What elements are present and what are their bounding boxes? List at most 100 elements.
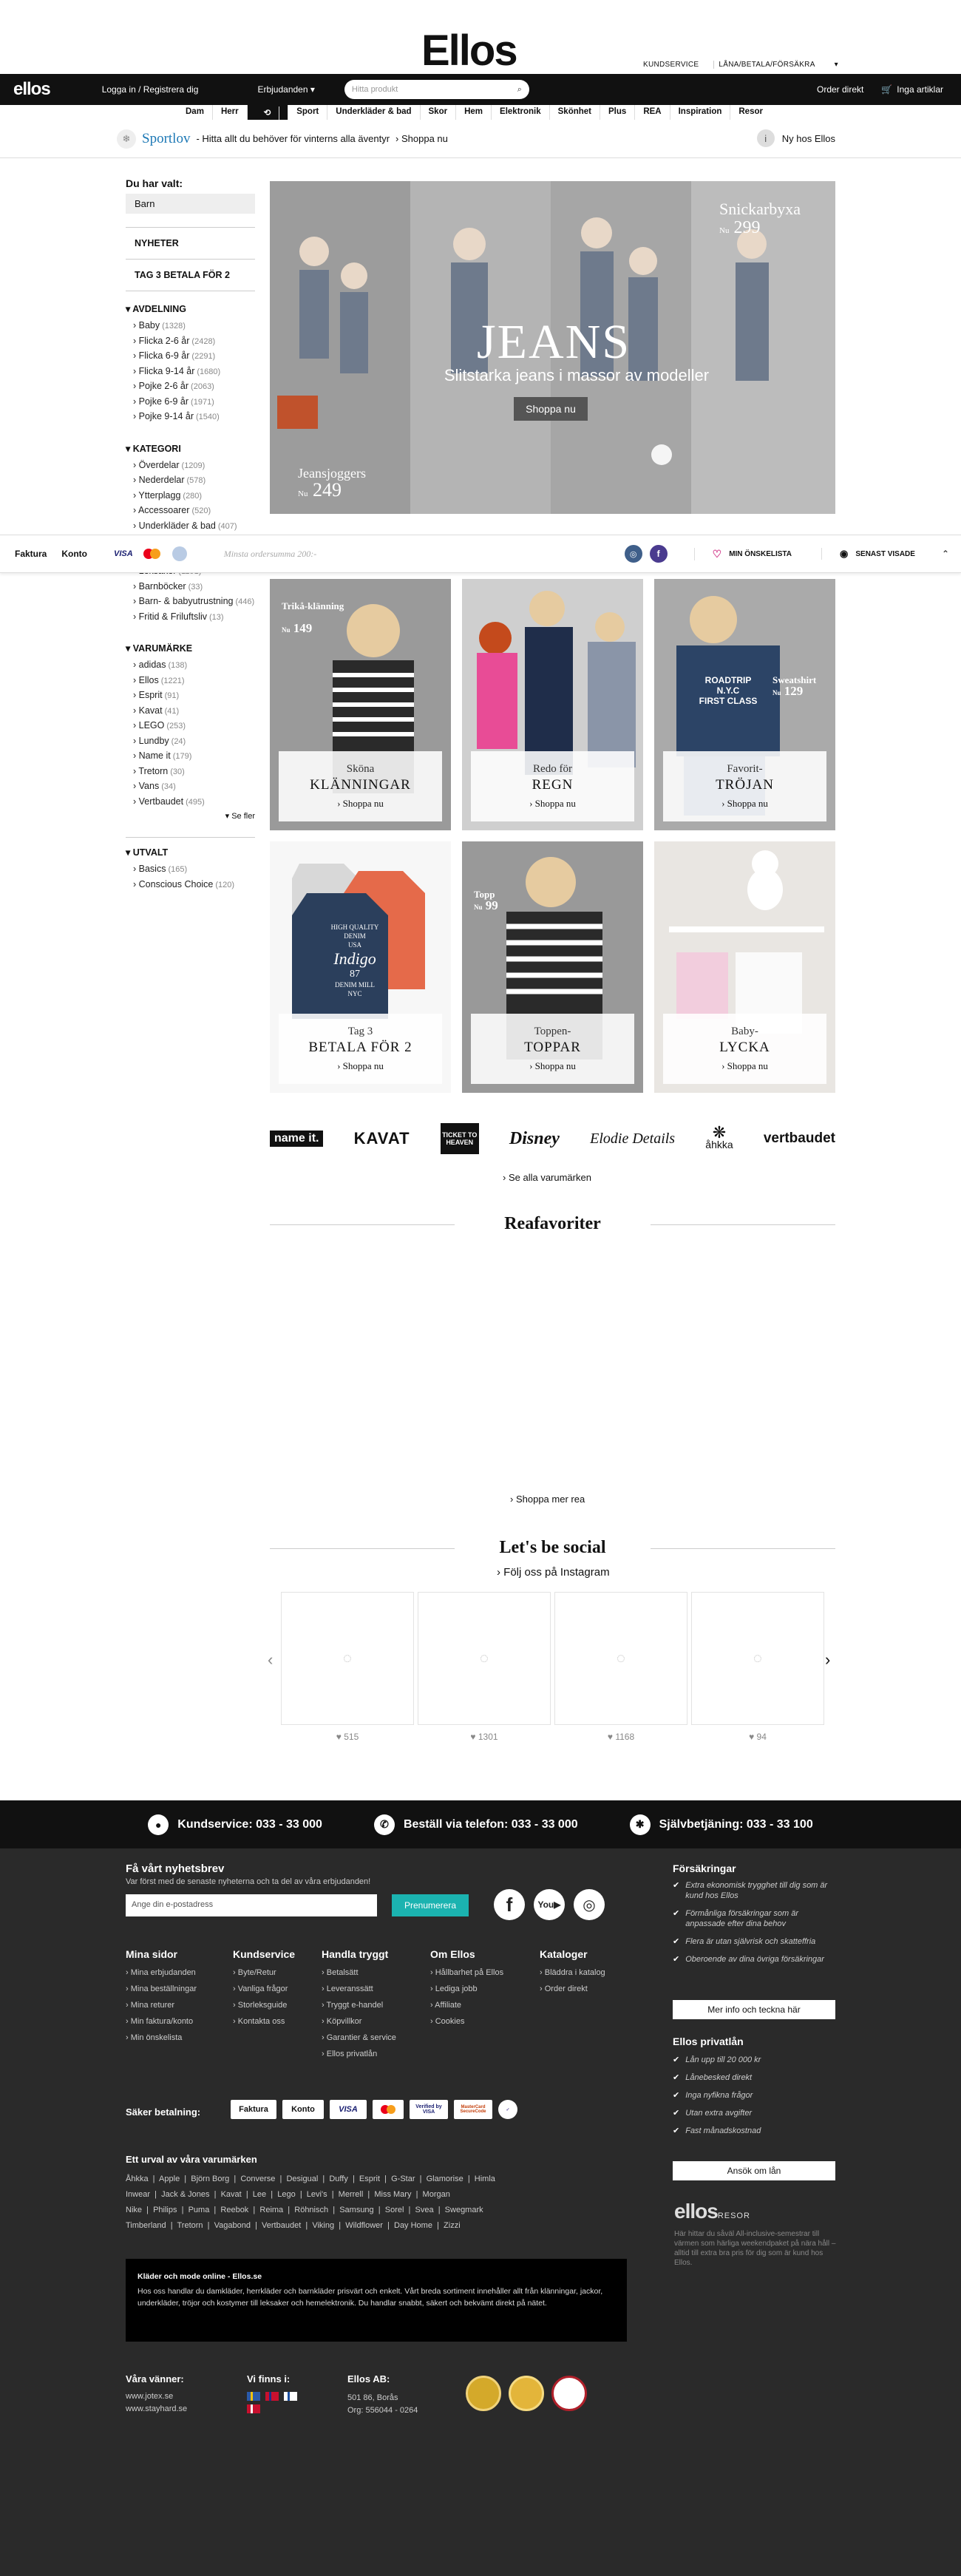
footer-link[interactable]: › Vanliga frågor [233, 1981, 295, 1997]
avdelning-item[interactable]: › Pojke 9-14 år (1540) [126, 410, 255, 425]
footer-link[interactable]: › Tryggt e-handel [322, 1997, 396, 2013]
footer-link[interactable]: › Min faktura/konto [126, 2013, 197, 2030]
service-item[interactable]: ● Kundservice: 033 - 33 000 [148, 1814, 322, 1835]
nav-resor[interactable]: Resor [730, 105, 771, 120]
footer-link[interactable]: › Betalsätt [322, 1965, 396, 1981]
footer-link[interactable]: › Garantier & service [322, 2030, 396, 2046]
brand-vertbaudet[interactable]: vertbaudet [764, 1131, 835, 1147]
sport-title[interactable]: Sportlov [142, 131, 190, 147]
nav-rea[interactable]: REA [635, 105, 670, 120]
kategori-item[interactable]: › Ytterplagg (280) [126, 489, 255, 504]
lana-link[interactable]: LÅNA/BETALA/FÖRSÄKRA [713, 61, 819, 69]
see-more-link[interactable]: ▾ Se fler [126, 811, 255, 821]
instagram-follow-link[interactable]: › Följ oss på Instagram [497, 1566, 610, 1579]
recent-link[interactable]: ◉ SENAST VISADE [821, 548, 915, 560]
wishlist-link[interactable]: ♡ MIN ÖNSKELISTA [693, 547, 792, 560]
avdelning-item[interactable]: › Pojke 2-6 år (2063) [126, 379, 255, 395]
varumarke-heading[interactable]: ▾ VARUMÄRKE [126, 643, 255, 654]
nav-skonhet[interactable]: Skönhet [550, 105, 601, 120]
facebook-icon[interactable]: f [649, 545, 668, 563]
tile-tag3[interactable]: HIGH QUALITY DENIM USA Indigo 87 DENIM MILL N… [270, 841, 451, 1093]
footer-link[interactable]: › Ellos privatlån [322, 2046, 396, 2062]
avdelning-item[interactable]: › Flicka 2-6 år (2428) [126, 334, 255, 350]
footer-link[interactable]: › Min önskelista [126, 2030, 197, 2046]
nav-sport[interactable]: Sport [288, 105, 328, 120]
varumarke-item[interactable]: › Vertbaudet (495) [126, 795, 255, 810]
youtube-icon[interactable]: You▶ [534, 1889, 565, 1920]
site-logo[interactable]: Ellos [421, 30, 518, 72]
footer-link[interactable]: › Storleksguide [233, 1997, 295, 2013]
kategori-item[interactable]: › Accessoarer (520) [126, 504, 255, 519]
login-link[interactable]: Logga in / Registrera dig [102, 84, 199, 95]
konto-link[interactable]: Konto [61, 549, 87, 559]
faktura-link[interactable]: Faktura [15, 549, 47, 559]
flag-fi-icon[interactable] [284, 2392, 297, 2401]
shop-more-sale-link[interactable]: › Shoppa mer rea [510, 1494, 585, 1505]
tile-link[interactable]: › Shoppa nu [471, 1060, 634, 1072]
footer-link[interactable]: › Mina returer [126, 1997, 197, 2013]
cart-button[interactable]: 🛒 Inga artiklar [881, 84, 943, 95]
kategori-heading[interactable]: ▾ KATEGORI [126, 443, 255, 454]
order-direct-link[interactable]: Order direkt [817, 84, 863, 95]
avdelning-item[interactable]: › Baby (1328) [126, 319, 255, 334]
instagram-icon[interactable]: ◎ [574, 1889, 605, 1920]
flag-se-icon[interactable] [247, 2392, 260, 2401]
varumarke-item[interactable]: › Ellos (1221) [126, 674, 255, 689]
instagram-post[interactable]: ◌ [554, 1592, 687, 1725]
new-customer[interactable]: i Ny hos Ellos [756, 129, 835, 147]
tile-link[interactable]: › Shoppa nu [663, 1060, 826, 1072]
loan-button[interactable]: Ansök om lån [673, 2161, 835, 2180]
varumarke-item[interactable]: › Lundby (24) [126, 734, 255, 750]
nav-underklader[interactable]: Underkläder & bad [327, 105, 421, 120]
offers-dropdown[interactable]: Erbjudanden ▾ [257, 84, 314, 95]
chevron-down-icon[interactable]: ▾ [830, 61, 843, 69]
kategori-item[interactable]: › Barnböcker (33) [126, 580, 255, 595]
bar-logo[interactable]: ellos [13, 79, 51, 100]
tile-sweater[interactable]: ROADTRIP N.Y.C FIRST CLASS Sweatshirt Nu 1… [654, 579, 835, 830]
nav-elektronik[interactable]: Elektronik [492, 105, 550, 120]
friend-link[interactable]: www.stayhard.se [126, 2403, 187, 2416]
kategori-item[interactable]: › Nederdelar (578) [126, 473, 255, 489]
brand-disney[interactable]: Disney [509, 1129, 560, 1149]
insurance-button[interactable]: Mer info och teckna här [673, 2000, 835, 2019]
avdelning-item[interactable]: › Flicka 9-14 år (1680) [126, 365, 255, 380]
brand-nameit[interactable]: name it. [270, 1131, 324, 1147]
award-seal-icon[interactable] [509, 2376, 544, 2411]
flag-no-icon[interactable] [265, 2392, 279, 2401]
brand-ahkka[interactable]: ❋ åhkka [705, 1125, 733, 1151]
chevron-right-icon[interactable]: › [825, 1650, 830, 1670]
tile-tops[interactable]: Topp Nu 99 Toppen- TOPPAR › Shoppa nu [462, 841, 643, 1093]
varumarke-item[interactable]: › Esprit (91) [126, 688, 255, 704]
utvalt-item[interactable]: › Basics (165) [126, 862, 255, 878]
nyheter-link[interactable]: NYHETER [126, 227, 255, 259]
service-item[interactable]: ✆ Beställ via telefon: 033 - 33 000 [373, 1814, 578, 1835]
kategori-item[interactable]: › Underkläder & bad (407) [126, 519, 255, 535]
nav-skor[interactable]: Skor [421, 105, 457, 120]
avdelning-item[interactable]: › Flicka 6-9 år (2291) [126, 349, 255, 365]
varumarke-item[interactable]: › Tretorn (30) [126, 765, 255, 780]
sport-link[interactable]: › Shoppa nu [395, 133, 448, 144]
brands-footer-list[interactable]: Åhkka | Apple | Björn Borg | Converse | … [126, 2172, 495, 2234]
tag3-link[interactable]: TAG 3 BETALA FÖR 2 [126, 259, 255, 291]
footer-link[interactable]: › Mina beställningar [126, 1981, 197, 1997]
tile-link[interactable]: › Shoppa nu [279, 798, 442, 810]
all-brands-link[interactable]: › Se alla varumärken [503, 1172, 591, 1183]
chevron-up-icon[interactable]: ⌃ [942, 549, 949, 559]
newsletter-email-input[interactable]: Ange din e-postadress [126, 1894, 377, 1916]
instagram-post[interactable]: ◌ [418, 1592, 551, 1725]
hero-banner[interactable]: JEANS Slitstarka jeans i massor av model… [270, 181, 835, 514]
chevron-left-icon[interactable]: ‹ [268, 1650, 273, 1670]
varumarke-item[interactable]: › adidas (138) [126, 658, 255, 674]
resor-logo[interactable]: ellosRESOR [674, 2200, 750, 2223]
nav-inspiration[interactable]: Inspiration [670, 105, 731, 120]
nav-barn[interactable]: ⟲ [247, 105, 289, 120]
kategori-item[interactable]: › Barn- & babyutrustning (446) [126, 594, 255, 610]
footer-link[interactable]: › Mina erbjudanden [126, 1965, 197, 1981]
kategori-item[interactable]: › Överdelar (1209) [126, 458, 255, 474]
utvalt-heading[interactable]: ▾ UTVALT [126, 837, 255, 858]
subscribe-button[interactable]: Prenumerera [392, 1894, 469, 1916]
footer-link[interactable]: › Bläddra i katalog [540, 1965, 605, 1981]
varumarke-item[interactable]: › LEGO (253) [126, 719, 255, 734]
footer-link[interactable]: › Lediga jobb [430, 1981, 503, 1997]
instagram-post[interactable]: ◌ [281, 1592, 414, 1725]
